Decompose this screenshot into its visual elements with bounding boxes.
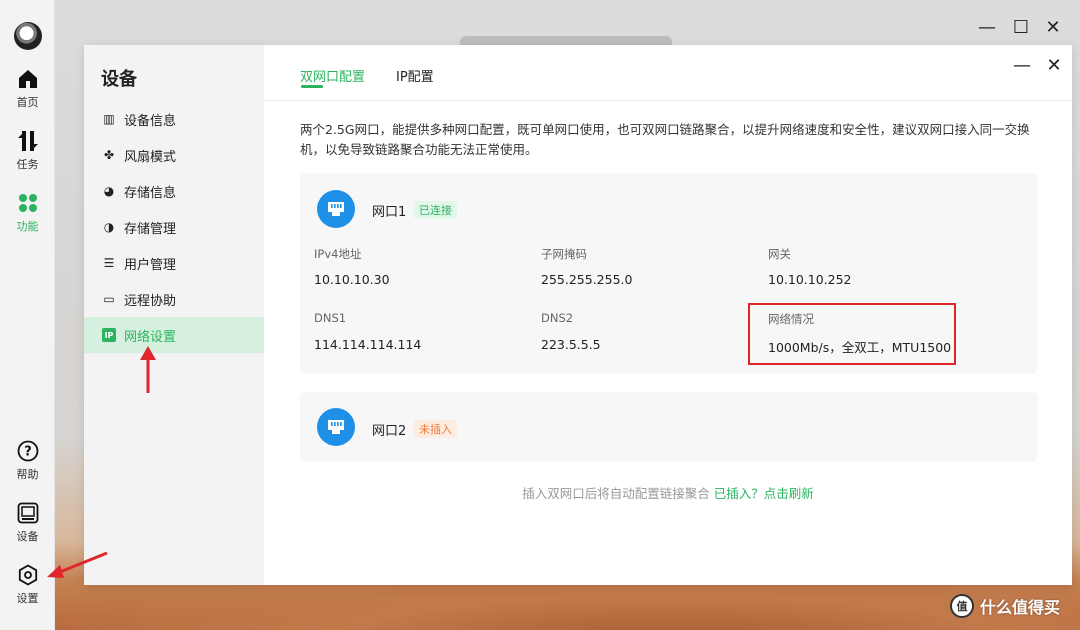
watermark-logo: 值 [950,594,974,618]
outer-maximize-button[interactable]: ☐ [1010,16,1032,38]
settings-sidebar: 设备 ▥ 设备信息 ✤ 风扇模式 ◕ 存储信息 ◑ 存储管理 ☰ 用户管理 ▭ … [84,45,264,585]
watermark-text: 什么值得买 [980,598,1061,617]
sidebar-item-network[interactable]: IP 网络设置 [84,317,264,353]
sidebar-item-label: 风扇模式 [124,149,177,165]
sidebar-item-label: 存储管理 [124,221,177,237]
sidebar-item-label: 远程协助 [124,293,177,309]
rail-item-settings[interactable]: 设置 [0,564,55,606]
sidebar-item-label: 设备信息 [124,113,177,129]
outer-minimize-button[interactable]: — [976,16,998,38]
fan-icon: ✤ [103,148,115,162]
rail-label: 功能 [16,220,39,233]
tab-bar: 双网口配置 IP配置 — ✕ [264,45,1072,101]
port2-card: 网口2 未插入 [300,392,1038,462]
refresh-link[interactable]: 已插入？点击刷新 [714,486,814,501]
storage-manage-icon: ◑ [103,220,115,234]
apps-grid-icon [18,194,37,212]
tab-active-indicator [301,85,323,88]
device-info-icon: ▥ [103,112,115,126]
users-icon: ☰ [103,256,115,270]
rail-label: 帮助 [16,468,39,481]
ipv4-value: 10.10.10.30 [314,272,390,287]
subnet-mask-label: 子网掩码 [541,247,587,261]
rail-label: 首页 [16,96,39,109]
annotation-highlight-box [748,303,956,365]
sidebar-item-label: 用户管理 [124,257,177,273]
settings-icon [18,564,37,586]
avatar[interactable] [14,22,42,50]
left-rail: 首页 任务 功能 ? 帮助 设备 设置 [0,0,55,630]
outer-close-button[interactable]: ✕ [1042,16,1064,38]
network-ip-icon: IP [102,328,116,342]
dual-port-description: 两个2.5G网口，能提供多种网口配置，既可单网口使用，也可双网口链路聚合，以提升… [300,122,1030,157]
sidebar-item-remote-assist[interactable]: ▭ 远程协助 [84,281,264,317]
storage-pie-icon: ◕ [103,184,115,198]
rail-item-home[interactable]: 首页 [0,68,55,110]
gateway-value: 10.10.10.252 [768,272,852,287]
sidebar-item-device-info[interactable]: ▥ 设备信息 [84,101,264,137]
port2-status-badge: 未插入 [414,420,457,438]
watermark: 值 什么值得买 [950,594,1060,618]
port1-name: 网口1 [372,205,407,220]
rail-item-tasks[interactable]: 任务 [0,130,55,172]
dns2-label: DNS2 [541,311,574,325]
dns1-value: 114.114.114.114 [314,337,422,352]
sidebar-item-user-manage[interactable]: ☰ 用户管理 [84,245,264,281]
footer-hint: 插入双网口后将自动配置链接聚合 已插入？点击刷新 [264,483,1072,502]
dialog-minimize-button[interactable]: — [1010,53,1034,77]
gateway-label: 网关 [768,247,791,261]
rail-label: 设置 [16,592,39,605]
sidebar-item-fan-mode[interactable]: ✤ 风扇模式 [84,137,264,173]
subnet-mask-value: 255.255.255.0 [541,272,633,287]
dns2-value: 223.5.5.5 [541,337,601,352]
sidebar-item-storage-info[interactable]: ◕ 存储信息 [84,173,264,209]
rail-item-device[interactable]: 设备 [0,502,55,544]
rail-item-features[interactable]: 功能 [0,192,55,234]
ethernet-port-icon [317,408,355,446]
rail-label: 设备 [16,530,39,543]
svg-text:?: ? [24,445,32,460]
ethernet-port-icon [317,190,355,228]
dns1-label: DNS1 [314,311,347,325]
rail-item-help[interactable]: ? 帮助 [0,440,55,482]
footer-hint-text: 插入双网口后将自动配置链接聚合 [522,486,710,501]
tab-ip-config[interactable]: IP配置 [396,66,434,85]
rail-label: 任务 [16,158,39,171]
port2-name: 网口2 [372,424,407,439]
device-icon [17,502,38,524]
sidebar-item-storage-manage[interactable]: ◑ 存储管理 [84,209,264,245]
sidebar-item-label: 存储信息 [124,185,177,201]
dialog-close-button[interactable]: ✕ [1042,53,1066,77]
help-icon: ? [17,440,38,462]
tab-dual-port[interactable]: 双网口配置 [300,66,365,85]
sidebar-item-label: 网络设置 [124,329,177,345]
ipv4-label: IPv4地址 [314,247,362,261]
port1-status-badge: 已连接 [414,201,457,219]
home-icon [18,70,37,88]
monitor-icon: ▭ [103,292,115,306]
transfer-icon [17,131,38,151]
sidebar-title: 设备 [101,69,137,90]
